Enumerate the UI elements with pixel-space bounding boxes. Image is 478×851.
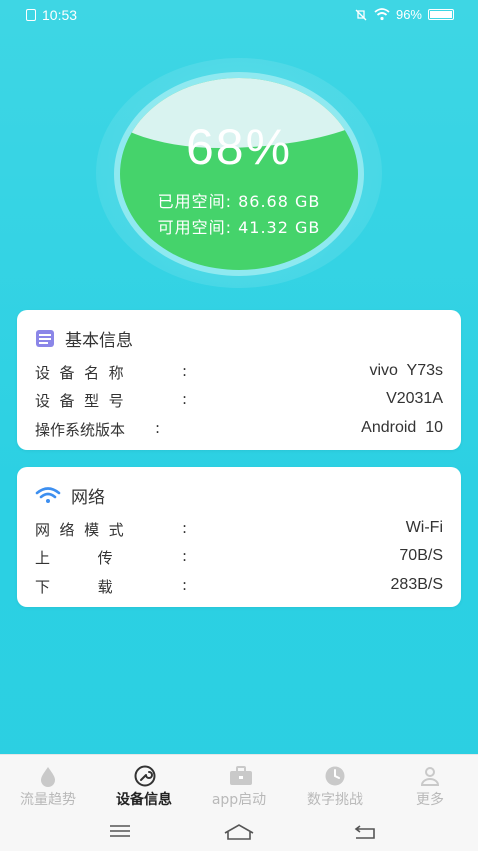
net-row-mode: 网 络 模 式 : Wi-Fi: [35, 519, 443, 541]
storage-percent: 68%: [185, 119, 293, 175]
tab-label: 流量趋势: [20, 792, 76, 808]
row-value: 70B/S: [399, 547, 443, 564]
row-colon: :: [182, 547, 188, 565]
document-icon: [36, 330, 54, 347]
bottom-nav: 流量趋势 设备信息 app启动 数字挑战 更多: [0, 754, 478, 851]
sim-icon: [26, 9, 36, 21]
status-time: 10:53: [42, 7, 78, 23]
storage-gauge: 68% 已用空间: 86.68 GB 可用空间: 41.32 GB: [96, 58, 382, 288]
used-space: 已用空间: 86.68 GB: [157, 192, 321, 211]
row-value: Android 10: [361, 419, 443, 436]
row-colon: :: [182, 390, 188, 408]
tab-more[interactable]: 更多: [382, 765, 478, 811]
row-value: 283B/S: [390, 576, 443, 593]
briefcase-icon: [228, 765, 252, 787]
status-right: 96%: [354, 7, 454, 22]
tab-number-challenge[interactable]: 数字挑战: [287, 765, 383, 811]
info-row-device-name: 设 备 名 称 : vivo Y73s: [35, 362, 443, 384]
net-row-upload: 上 传 : 70B/S: [35, 547, 443, 569]
tab-device-info[interactable]: 设备信息: [96, 765, 192, 811]
clock-icon: [324, 765, 346, 787]
wifi-icon: [374, 8, 390, 21]
info-row-device-model: 设 备 型 号 : V2031A: [35, 390, 443, 412]
wifi-icon: [35, 487, 61, 503]
tab-label: 数字挑战: [307, 792, 363, 808]
person-icon: [419, 765, 441, 787]
menu-icon[interactable]: [108, 823, 132, 839]
row-label: 操作系统版本: [35, 421, 126, 439]
row-value: vivo Y73s: [369, 362, 443, 379]
drop-icon: [37, 765, 59, 787]
info-row-os-version: 操作系统版本 : Android 10: [35, 419, 443, 441]
row-value: Wi-Fi: [405, 519, 443, 536]
free-space: 可用空间: 41.32 GB: [157, 218, 321, 237]
row-colon: :: [155, 419, 161, 437]
row-label: 下 载: [35, 578, 113, 596]
basic-info-header: 基本信息: [35, 326, 133, 351]
network-card: 网络 网 络 模 式 : Wi-Fi 上 传 : 70B/S 下 载 : 283…: [17, 467, 461, 607]
basic-info-title: 基本信息: [65, 330, 133, 351]
network-title: 网络: [71, 487, 105, 508]
basic-info-card: 基本信息 设 备 名 称 : vivo Y73s 设 备 型 号 : V2031…: [17, 310, 461, 450]
row-label: 设 备 名 称: [35, 364, 124, 382]
row-label: 上 传: [35, 549, 113, 567]
home-icon[interactable]: [223, 823, 255, 841]
battery-icon: [428, 9, 454, 20]
system-nav-bar: [0, 817, 478, 847]
tab-label: 设备信息: [116, 792, 172, 808]
back-icon[interactable]: [352, 823, 378, 841]
mute-icon: [355, 9, 367, 20]
network-header: 网络: [35, 483, 105, 508]
row-label: 设 备 型 号: [35, 392, 124, 410]
row-colon: :: [182, 576, 188, 594]
tab-app-launch[interactable]: app启动: [191, 765, 287, 811]
row-colon: :: [182, 362, 188, 380]
row-colon: :: [182, 519, 188, 537]
wrench-icon: [133, 765, 156, 787]
tab-traffic-trend[interactable]: 流量趋势: [0, 765, 96, 811]
tab-label: 更多: [416, 792, 444, 808]
battery-percent: 96%: [395, 7, 422, 22]
status-bar: 10:53 96%: [0, 0, 478, 30]
row-label: 网 络 模 式: [35, 521, 124, 539]
row-value: V2031A: [386, 390, 443, 407]
tab-label: app启动: [211, 792, 267, 808]
net-row-download: 下 载 : 283B/S: [35, 576, 443, 598]
